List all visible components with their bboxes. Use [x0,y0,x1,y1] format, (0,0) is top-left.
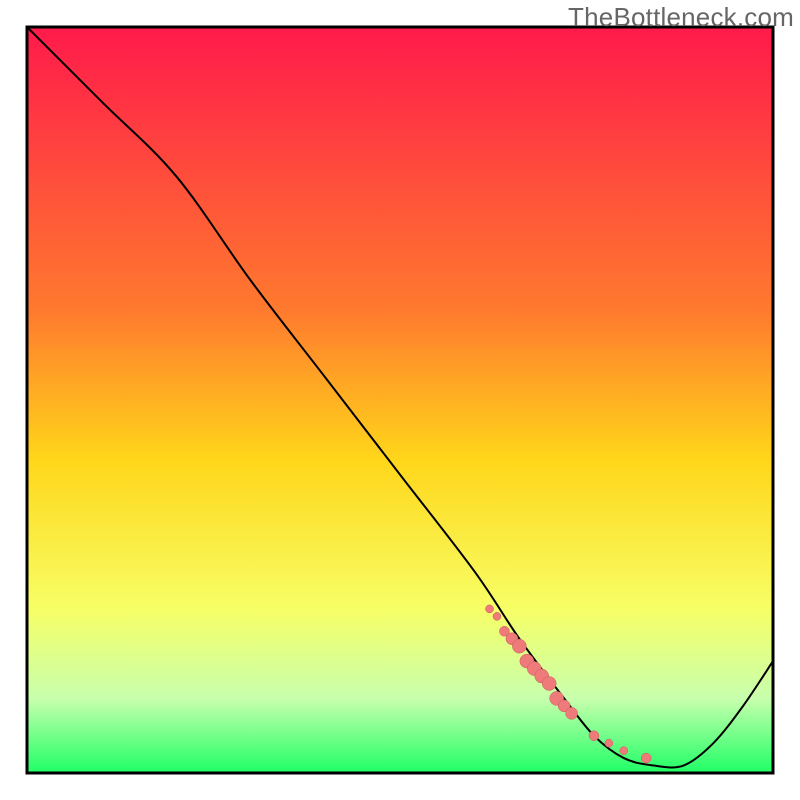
chart-frame: TheBottleneck.com [0,0,800,800]
highlight-point [641,753,651,763]
highlight-point [566,707,578,719]
bottleneck-plot-svg [0,0,800,800]
heat-gradient-background [27,27,773,773]
highlight-point [542,676,556,690]
highlight-point [486,605,494,613]
highlight-point [620,747,628,755]
highlight-point [605,739,613,747]
highlight-point [589,731,599,741]
highlight-point [512,639,526,653]
highlight-point [493,612,501,620]
watermark-text: TheBottleneck.com [568,2,794,33]
